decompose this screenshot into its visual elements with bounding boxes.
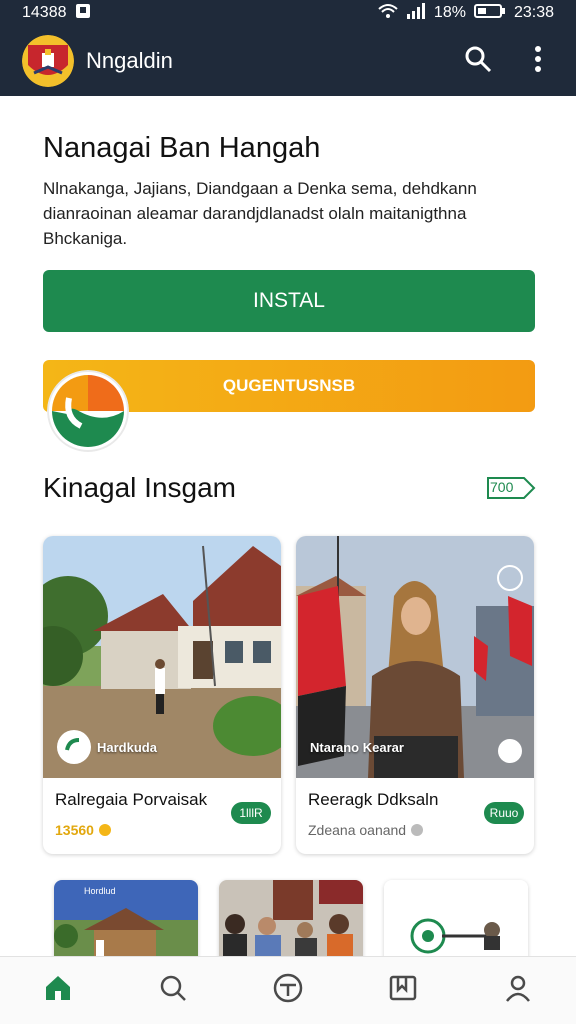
card-overlay-label: Ntarano Kearar	[310, 740, 404, 755]
card-overlay-label: Hardkuda	[97, 740, 157, 755]
section-title: Kinagal Insgam	[43, 472, 237, 503]
search-icon	[158, 973, 188, 1008]
nav-explore[interactable]	[258, 961, 318, 1021]
promo-badge-icon	[47, 370, 129, 452]
app-title: Nngaldin	[86, 48, 173, 73]
content-card-1[interactable]: Hardkuda Ralregaia Porvaisak 13560 1lllR	[43, 536, 281, 854]
status-left: 14388	[22, 3, 91, 24]
bookmark-book-icon	[387, 972, 419, 1009]
battery-percent: 18%	[433, 4, 466, 21]
thumbnail-image-crowd	[219, 880, 363, 956]
wifi-icon	[378, 3, 398, 24]
bottom-navigation	[0, 956, 576, 1024]
card-meta: Zdeana oanand	[308, 822, 424, 838]
status-time-right: 23:38	[513, 4, 554, 21]
battery-icon	[473, 3, 506, 24]
see-all-label: 700	[490, 479, 514, 495]
thumbnail-label: Hordlud	[84, 886, 116, 896]
nav-home[interactable]	[28, 961, 88, 1021]
status-right: 18% 23:38	[378, 2, 554, 24]
content-card-2[interactable]: Ntarano Kearar Reeragk Ddksaln Zdeana oa…	[296, 536, 534, 854]
signal-icon	[406, 2, 426, 24]
hero-title: Nanagai Ban Hangah	[43, 132, 321, 164]
notification-icon	[75, 3, 91, 24]
install-button[interactable]: INSTAL	[43, 270, 535, 332]
card-meta: 13560	[55, 822, 112, 838]
explore-icon	[272, 972, 304, 1009]
card-avatar-icon	[57, 730, 91, 764]
card-badge[interactable]: Ruuo	[484, 802, 524, 824]
search-button[interactable]	[458, 41, 498, 81]
card-meta-value: Zdeana oanand	[308, 822, 407, 838]
nav-library[interactable]	[373, 961, 433, 1021]
hero-description: Nlnakanga, Jajians, Diandgaan a Denka se…	[43, 179, 477, 248]
home-icon	[43, 973, 73, 1008]
see-all-button[interactable]: 700	[486, 476, 536, 500]
card-title: Reeragk Ddksaln	[308, 790, 439, 809]
profile-icon	[503, 973, 533, 1008]
app-logo	[22, 35, 74, 87]
coin-icon	[98, 822, 112, 838]
card-meta-value: 13560	[55, 822, 94, 838]
more-options-button[interactable]	[518, 41, 558, 81]
thumbnail-card-1[interactable]: Hordlud	[54, 880, 198, 956]
app-bar: Nngaldin	[0, 26, 576, 96]
thumbnail-image-illustration	[384, 880, 528, 956]
status-time-left: 14388	[22, 4, 67, 21]
info-dot-icon	[410, 822, 424, 838]
thumbnail-card-2[interactable]	[219, 880, 363, 956]
more-vert-icon	[534, 45, 542, 77]
nav-profile[interactable]	[488, 961, 548, 1021]
thumbnail-image-house	[54, 880, 198, 956]
card-title: Ralregaia Porvaisak	[55, 790, 208, 809]
nav-search[interactable]	[143, 961, 203, 1021]
search-icon	[464, 45, 492, 78]
thumbnail-card-3[interactable]	[384, 880, 528, 956]
card-badge[interactable]: 1lllR	[231, 802, 271, 824]
status-bar: 14388 18% 23:38	[0, 0, 576, 26]
main-content[interactable]: Nanagai Ban Hangah Nlnakanga, Jajians, D…	[0, 96, 576, 956]
